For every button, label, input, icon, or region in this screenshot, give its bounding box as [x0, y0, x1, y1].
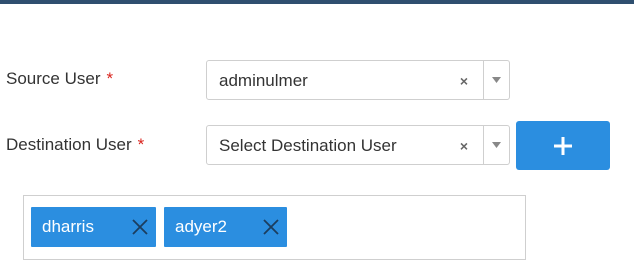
close-icon[interactable] — [261, 217, 281, 237]
required-indicator: * — [137, 135, 145, 154]
user-tag-label: dharris — [42, 217, 94, 236]
user-tag-dharris: dharris — [31, 207, 156, 247]
clear-icon[interactable]: × — [456, 61, 472, 101]
clear-icon[interactable]: × — [456, 126, 472, 166]
destination-user-label-text: Destination User — [6, 135, 132, 154]
user-tag-label: adyer2 — [175, 217, 227, 236]
dropdown-toggle[interactable] — [484, 61, 509, 99]
destination-user-label: Destination User * — [6, 135, 144, 155]
source-user-label-text: Source User — [6, 69, 101, 88]
required-indicator: * — [106, 69, 114, 88]
user-tag-adyer2: adyer2 — [164, 207, 287, 247]
dropdown-toggle[interactable] — [484, 126, 509, 164]
caret-down-icon — [492, 142, 501, 148]
source-user-select[interactable]: adminulmer × — [206, 60, 510, 100]
plus-icon — [554, 136, 572, 155]
caret-down-icon — [492, 77, 501, 83]
close-icon[interactable] — [130, 217, 150, 237]
header-rule — [0, 0, 634, 4]
add-user-button[interactable] — [516, 121, 610, 170]
destination-user-placeholder: Select Destination User — [219, 136, 397, 155]
source-user-value: adminulmer — [219, 71, 308, 90]
selected-users-box[interactable]: dharris adyer2 — [23, 195, 526, 260]
destination-user-select[interactable]: Select Destination User × — [206, 125, 510, 165]
source-user-label: Source User * — [6, 69, 113, 89]
